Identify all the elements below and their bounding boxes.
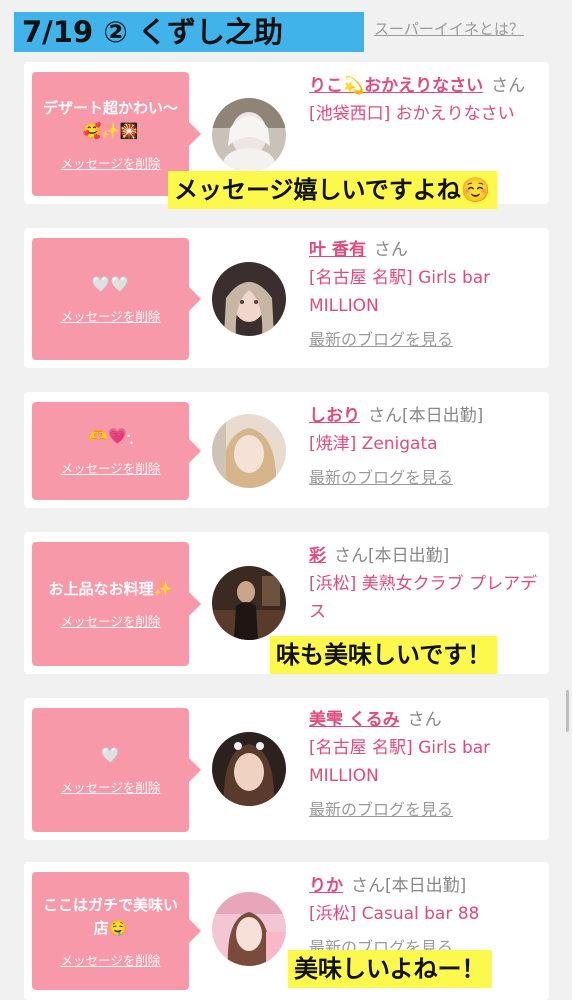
shop-info: [浜松] 美熟女クラブ プレアデス	[309, 574, 538, 622]
cast-info: 彩さん[本日出勤] [浜松] 美熟女クラブ プレアデス	[309, 542, 544, 626]
super-like-info-link[interactable]: スーパーイイネとは？	[374, 18, 524, 39]
message-text: お上品なお料理✨	[48, 580, 173, 598]
cast-info: 美雫 くるみ さん [名古屋 名駅] Girls bar MILLION 最新のブ…	[309, 706, 544, 824]
message-bubble: 🤍🤍 メッセージを削除	[32, 238, 201, 360]
message-card: 🫶💗·̩͙ メッセージを削除 しおり さん[本日出勤] [焼津] Zenigata…	[24, 392, 549, 508]
message-text: ここはガチで美味い店🤤	[42, 895, 178, 937]
honorific: さん[本日出勤]	[351, 876, 467, 896]
shop-info: [焼津] Zenigata	[309, 434, 438, 454]
avatar[interactable]	[212, 566, 286, 640]
message-bubble: デザート超かわい〜🥰✨🎇 メッセージを削除	[32, 72, 201, 196]
message-card: 🤍🤍 メッセージを削除 叶 香有 さん [名古屋 名駅] Girls bar MI…	[24, 228, 549, 368]
cast-name-link[interactable]: りか	[309, 876, 343, 896]
honorific: さん	[373, 240, 408, 260]
header: 7/19 ② くずし之助 スーパーイイネとは？	[0, 0, 572, 58]
cast-name-link[interactable]: しおり	[309, 406, 360, 426]
delete-message-link[interactable]: メッセージを削除	[61, 777, 161, 796]
page-title: 7/19 ② くずし之助	[14, 12, 364, 52]
latest-blog-link[interactable]: 最新のブログを見る	[309, 326, 544, 354]
message-text: デザート超かわい〜🥰✨🎇	[42, 98, 178, 140]
scrollbar[interactable]	[566, 690, 569, 732]
delete-message-link[interactable]: メッセージを削除	[61, 458, 161, 477]
message-bubble: 🫶💗·̩͙ メッセージを削除	[32, 402, 201, 500]
honorific: さん	[491, 76, 526, 96]
message-bubble: お上品なお料理✨ メッセージを削除	[32, 542, 201, 666]
cast-name-link[interactable]: 彩	[309, 546, 326, 566]
message-card: 🤍 メッセージを削除 美雫 くるみ さん [名古屋 名駅] Girls bar M…	[24, 698, 549, 840]
shop-info: [浜松] Casual bar 88	[309, 904, 480, 924]
message-text: 🤍🤍	[91, 275, 130, 293]
avatar[interactable]	[212, 892, 286, 966]
caption-overlay: 味も美味しいです！	[270, 636, 498, 674]
cast-name-link[interactable]: りこ💫おかえりなさい	[309, 76, 483, 96]
avatar[interactable]	[212, 98, 286, 172]
latest-blog-link[interactable]: 最新のブログを見る	[309, 464, 544, 492]
message-text: 🫶💗·̩͙	[89, 427, 132, 445]
cast-info: しおり さん[本日出勤] [焼津] Zenigata 最新のブログを見る	[309, 402, 544, 492]
delete-message-link[interactable]: メッセージを削除	[61, 611, 161, 630]
honorific: さん	[407, 710, 442, 730]
delete-message-link[interactable]: メッセージを削除	[61, 153, 161, 172]
cast-info: りこ💫おかえりなさい さん [池袋西口] おかえりなさい	[309, 72, 544, 128]
avatar[interactable]	[212, 262, 286, 336]
caption-overlay: メッセージ嬉しいですよね☺️	[168, 171, 497, 209]
latest-blog-link[interactable]: 最新のブログを見る	[309, 796, 544, 824]
cast-info: りか さん[本日出勤] [浜松] Casual bar 88 最新のブログを見る	[309, 872, 544, 962]
caption-overlay: 美味しいよねー！	[288, 950, 492, 988]
message-bubble: 🤍 メッセージを削除	[32, 708, 201, 832]
message-text: 🤍	[101, 746, 120, 764]
message-bubble: ここはガチで美味い店🤤 メッセージを削除	[32, 872, 201, 990]
cast-info: 叶 香有 さん [名古屋 名駅] Girls bar MILLION 最新のブログ…	[309, 236, 544, 354]
cast-name-link[interactable]: 美雫 くるみ	[309, 710, 400, 730]
honorific: さん[本日出勤]	[368, 406, 484, 426]
shop-info: [池袋西口] おかえりなさい	[309, 104, 515, 124]
shop-info: [名古屋 名駅] Girls bar MILLION	[309, 268, 491, 316]
delete-message-link[interactable]: メッセージを削除	[61, 306, 161, 325]
honorific: さん[本日出勤]	[334, 546, 450, 566]
avatar[interactable]	[212, 414, 286, 488]
delete-message-link[interactable]: メッセージを削除	[61, 950, 161, 969]
avatar[interactable]	[212, 732, 286, 806]
shop-info: [名古屋 名駅] Girls bar MILLION	[309, 738, 491, 786]
cast-name-link[interactable]: 叶 香有	[309, 240, 366, 260]
